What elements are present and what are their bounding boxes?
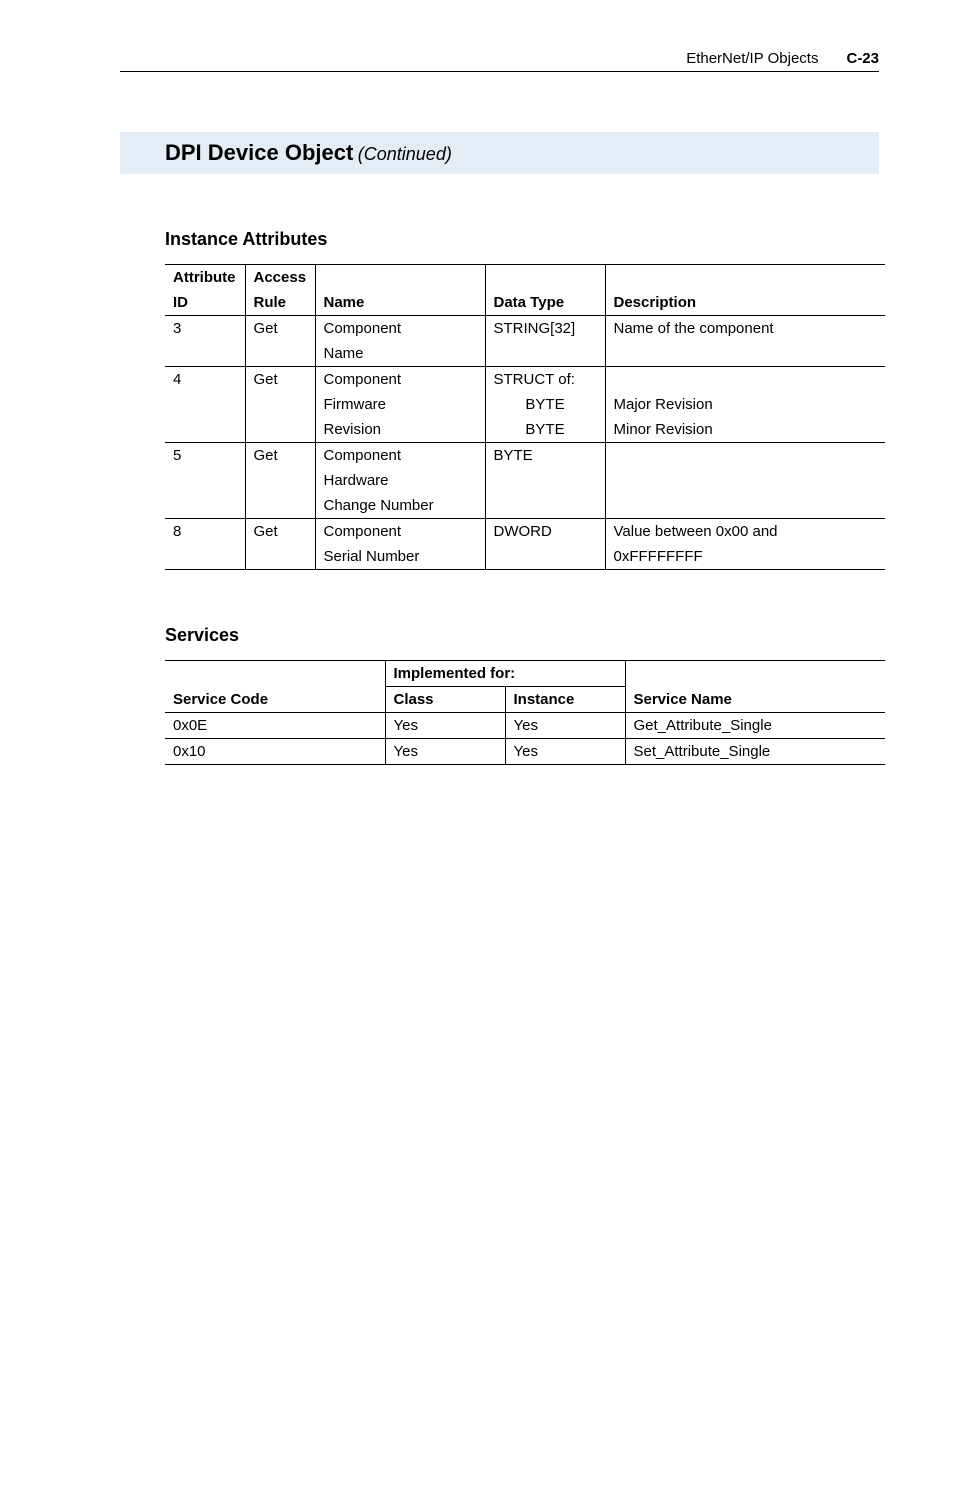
col-name: Name [315, 290, 485, 316]
table-cell [245, 392, 315, 417]
table-cell: STRING[32] [485, 316, 605, 342]
table-cell: DWORD [485, 519, 605, 545]
table-cell: 0xFFFFFFFF [605, 544, 885, 570]
table-cell: Yes [385, 713, 505, 739]
table-cell [245, 417, 315, 443]
page-title-bar: DPI Device Object (Continued) [120, 132, 879, 174]
table-cell: Yes [385, 739, 505, 765]
table-cell: Value between 0x00 and [605, 519, 885, 545]
table-cell [165, 468, 245, 493]
table-cell [245, 468, 315, 493]
table-cell: Component [315, 316, 485, 342]
services-table: Implemented for: Service Code Class Inst… [165, 660, 885, 765]
table-cell: Minor Revision [605, 417, 885, 443]
instance-attributes-table: Attribute Access ID Rule Name Data Type … [165, 264, 885, 570]
table-cell: 0x0E [165, 713, 385, 739]
table-cell [245, 544, 315, 570]
table-cell: Firmware [315, 392, 485, 417]
table-cell: STRUCT of: [485, 367, 605, 393]
table-cell [485, 493, 605, 519]
table-cell [605, 367, 885, 393]
table-cell: BYTE [485, 417, 605, 443]
table-cell: Component [315, 443, 485, 469]
table-cell [165, 417, 245, 443]
table-cell: Major Revision [605, 392, 885, 417]
table-cell: Get [245, 519, 315, 545]
table-cell: 5 [165, 443, 245, 469]
table-cell [485, 341, 605, 367]
table-cell: BYTE [485, 443, 605, 469]
table-row: 0x0EYesYesGet_Attribute_Single [165, 713, 885, 739]
instance-attributes-heading: Instance Attributes [165, 229, 879, 250]
col-service-code: Service Code [165, 687, 385, 713]
table-cell [605, 443, 885, 469]
col-service-name: Service Name [625, 687, 885, 713]
table-cell: Yes [505, 739, 625, 765]
table-cell [165, 341, 245, 367]
table-cell: Component [315, 367, 485, 393]
table-cell [165, 493, 245, 519]
table-cell: Get_Attribute_Single [625, 713, 885, 739]
table-row: 0x10YesYesSet_Attribute_Single [165, 739, 885, 765]
table-cell: Yes [505, 713, 625, 739]
col-id: ID [165, 290, 245, 316]
header-section: EtherNet/IP Objects [686, 50, 818, 67]
page-title: DPI Device Object [165, 140, 353, 165]
col-datatype: Data Type [485, 290, 605, 316]
table-cell: Hardware [315, 468, 485, 493]
col-implemented-for: Implemented for: [385, 661, 625, 687]
table-cell: 3 [165, 316, 245, 342]
table-cell [605, 493, 885, 519]
table-cell: BYTE [485, 392, 605, 417]
col-description: Description [605, 290, 885, 316]
table-cell: Name of the component [605, 316, 885, 342]
table-cell [165, 544, 245, 570]
page-header: EtherNet/IP Objects C-23 [120, 50, 879, 72]
table-cell: Name [315, 341, 485, 367]
table-cell: Component [315, 519, 485, 545]
table-cell [245, 341, 315, 367]
table-cell: Get [245, 316, 315, 342]
table-cell: Get [245, 443, 315, 469]
table-cell [485, 544, 605, 570]
table-cell [485, 468, 605, 493]
table-cell: Change Number [315, 493, 485, 519]
col-class: Class [385, 687, 505, 713]
header-page-number: C-23 [846, 50, 879, 67]
table-cell: Set_Attribute_Single [625, 739, 885, 765]
page-title-continued: (Continued) [358, 144, 452, 164]
col-rule: Rule [245, 290, 315, 316]
table-cell: 0x10 [165, 739, 385, 765]
table-cell [165, 392, 245, 417]
table-cell [605, 341, 885, 367]
table-cell [245, 493, 315, 519]
table-cell: Revision [315, 417, 485, 443]
services-heading: Services [165, 625, 879, 646]
col-access: Access [245, 265, 315, 291]
table-cell: 8 [165, 519, 245, 545]
table-cell: Get [245, 367, 315, 393]
table-cell: 4 [165, 367, 245, 393]
table-cell [605, 468, 885, 493]
col-attribute: Attribute [165, 265, 245, 291]
table-cell: Serial Number [315, 544, 485, 570]
col-instance: Instance [505, 687, 625, 713]
